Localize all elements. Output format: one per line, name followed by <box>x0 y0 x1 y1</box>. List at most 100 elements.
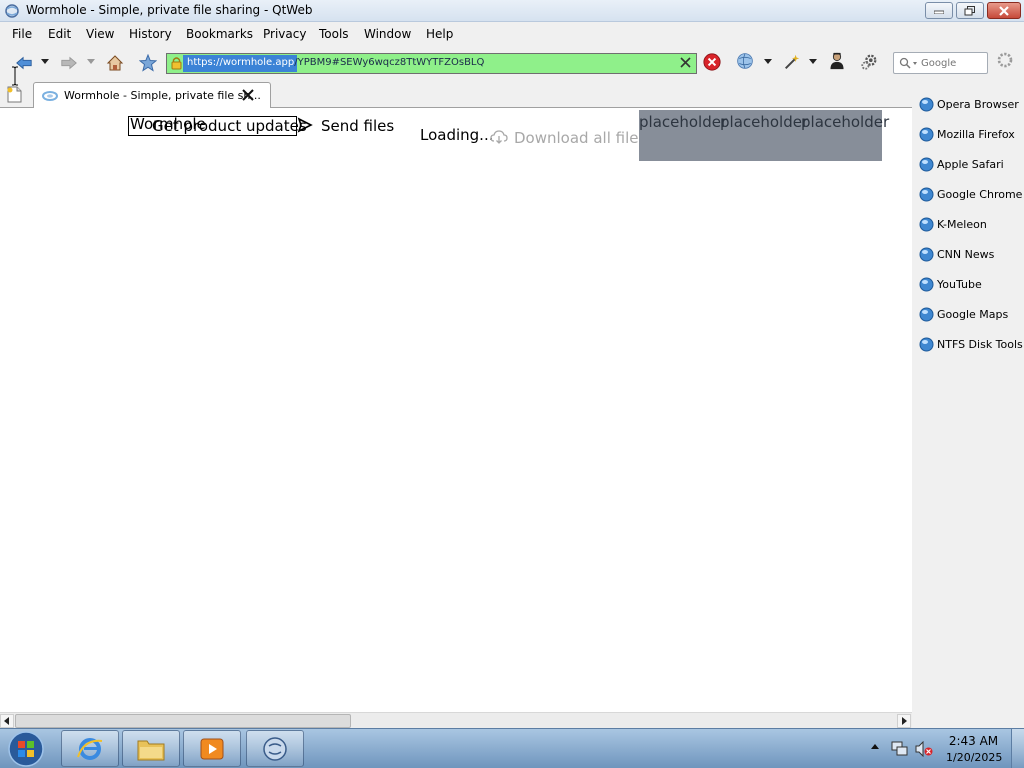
taskbar-media-player[interactable] <box>183 730 241 767</box>
tab-title: Wormhole - Simple, private file sh... <box>64 89 261 102</box>
placeholder-text: placeholder <box>801 113 890 131</box>
stop-loading-icon[interactable] <box>703 53 721 71</box>
show-desktop-button[interactable] <box>1011 729 1024 768</box>
menu-privacy[interactable]: Privacy <box>263 27 306 41</box>
menu-help[interactable]: Help <box>426 27 453 41</box>
wormhole-favicon-icon <box>42 91 58 101</box>
menu-edit[interactable]: Edit <box>48 27 71 41</box>
bookmark-label: K-Meleon <box>937 218 987 231</box>
search-box <box>893 52 988 74</box>
cloud-download-icon <box>490 130 508 144</box>
download-all-files-button[interactable]: Download all files <box>514 129 646 147</box>
bookmarks-side-panel: Opera Browser Mozilla Firefox Apple Safa… <box>912 80 1024 728</box>
minimize-icon <box>934 10 944 14</box>
globe-icon <box>919 277 934 292</box>
scrollbar-thumb[interactable] <box>15 714 351 728</box>
scroll-left-arrow-icon <box>4 717 9 725</box>
url-selected-part: https://wormhole.app <box>187 57 295 68</box>
wand-dropdown-icon[interactable] <box>808 58 826 76</box>
web-globe-icon[interactable] <box>736 52 754 70</box>
close-icon <box>999 5 1009 16</box>
restore-button[interactable] <box>956 2 984 19</box>
forward-history-dropdown-icon[interactable] <box>86 58 104 76</box>
url-rest-part: /YPBM9#SEWy6wqcz8TtWYTFZOsBLQ <box>294 57 485 68</box>
scroll-left-button[interactable] <box>0 714 14 728</box>
taskbar-internet-explorer[interactable] <box>61 730 119 767</box>
minimize-button[interactable] <box>925 2 953 19</box>
clear-url-icon[interactable] <box>679 56 692 69</box>
qtweb-taskbar-icon <box>263 736 287 761</box>
tab-bar: Wormhole - Simple, private file sh... <box>0 80 912 108</box>
globe-icon <box>919 247 934 262</box>
globe-icon <box>919 97 934 112</box>
bookmark-label: Google Chrome <box>937 188 1023 201</box>
clock-time[interactable]: 2:43 AM <box>946 734 1001 748</box>
scroll-right-button[interactable] <box>897 714 911 728</box>
scroll-right-arrow-icon <box>902 717 907 725</box>
taskbar-qtweb[interactable] <box>246 730 304 767</box>
bookmark-label: Google Maps <box>937 308 1009 321</box>
search-input[interactable] <box>921 56 985 71</box>
bookmark-label: Apple Safari <box>937 158 1004 171</box>
new-tab-icon[interactable] <box>7 86 22 103</box>
globe-icon <box>919 307 934 322</box>
menu-history[interactable]: History <box>129 27 172 41</box>
globe-icon <box>919 217 934 232</box>
image-placeholder: placeholder placeholder placeholder <box>639 110 889 161</box>
globe-icon <box>919 127 934 142</box>
menu-bar: File Edit View History Bookmarks Privacy… <box>0 22 1024 46</box>
user-agent-icon[interactable] <box>828 52 846 70</box>
show-hidden-icons-icon[interactable] <box>870 743 880 751</box>
taskbar-file-explorer[interactable] <box>122 730 180 767</box>
taskbar: 2:43 AM 1/20/2025 <box>0 728 1024 768</box>
menu-window[interactable]: Window <box>364 27 411 41</box>
search-engine-icon[interactable] <box>899 57 919 70</box>
forward-arrow-icon[interactable] <box>60 54 78 72</box>
page-content: Wormhole Get product updates Send files … <box>0 108 912 712</box>
title-bar[interactable]: Wormhole - Simple, private file sharing … <box>0 0 1024 22</box>
close-window-button[interactable] <box>987 2 1021 19</box>
close-tab-icon[interactable] <box>241 88 255 102</box>
bookmark-label: NTFS Disk Tools <box>937 338 1023 351</box>
text-cursor-icon <box>12 66 18 86</box>
clock-date[interactable]: 1/20/2025 <box>946 751 1002 764</box>
url-text[interactable]: https://wormhole.app/YPBM9#SEWy6wqcz8TtW… <box>187 57 484 68</box>
menu-view[interactable]: View <box>86 27 114 41</box>
bookmark-label: YouTube <box>937 278 982 291</box>
bookmark-label: Mozilla Firefox <box>937 128 1015 141</box>
menu-bookmarks[interactable]: Bookmarks <box>186 27 253 41</box>
globe-dropdown-icon[interactable] <box>763 58 781 76</box>
globe-icon <box>919 187 934 202</box>
get-product-updates-link[interactable]: Get product updates <box>152 117 307 135</box>
settings-gears-icon[interactable] <box>860 53 878 71</box>
magic-wand-icon[interactable] <box>783 53 801 71</box>
tab-wormhole[interactable]: Wormhole - Simple, private file sh... <box>33 82 271 108</box>
menu-file[interactable]: File <box>12 27 32 41</box>
lock-icon <box>171 57 182 70</box>
bookmark-label: Opera Browser <box>937 98 1019 111</box>
volume-muted-icon[interactable] <box>915 741 933 757</box>
horizontal-scrollbar[interactable] <box>0 712 912 728</box>
bookmark-label: CNN News <box>937 248 995 261</box>
media-player-icon <box>200 738 224 759</box>
internet-explorer-icon <box>77 737 103 760</box>
back-history-dropdown-icon[interactable] <box>40 58 58 76</box>
bookmark-star-icon[interactable] <box>139 54 157 72</box>
address-bar[interactable]: https://wormhole.app/YPBM9#SEWy6wqcz8TtW… <box>166 53 697 74</box>
restore-icon <box>964 5 975 15</box>
globe-icon <box>919 337 934 352</box>
folder-icon <box>137 740 165 760</box>
globe-icon <box>919 157 934 172</box>
window-title: Wormhole - Simple, private file sharing … <box>26 3 313 17</box>
start-button-icon[interactable] <box>5 730 47 768</box>
network-icon[interactable] <box>891 741 909 757</box>
menu-tools[interactable]: Tools <box>319 27 349 41</box>
loading-spinner-icon <box>997 52 1013 68</box>
loading-text: Loading... <box>420 126 494 144</box>
placeholder-text: placeholder <box>639 113 728 131</box>
placeholder-text: placeholder <box>720 113 809 131</box>
send-arrow-icon <box>297 117 313 133</box>
send-files-link[interactable]: Send files <box>321 117 394 135</box>
home-icon[interactable] <box>106 54 124 72</box>
qtweb-app-icon <box>5 4 19 18</box>
